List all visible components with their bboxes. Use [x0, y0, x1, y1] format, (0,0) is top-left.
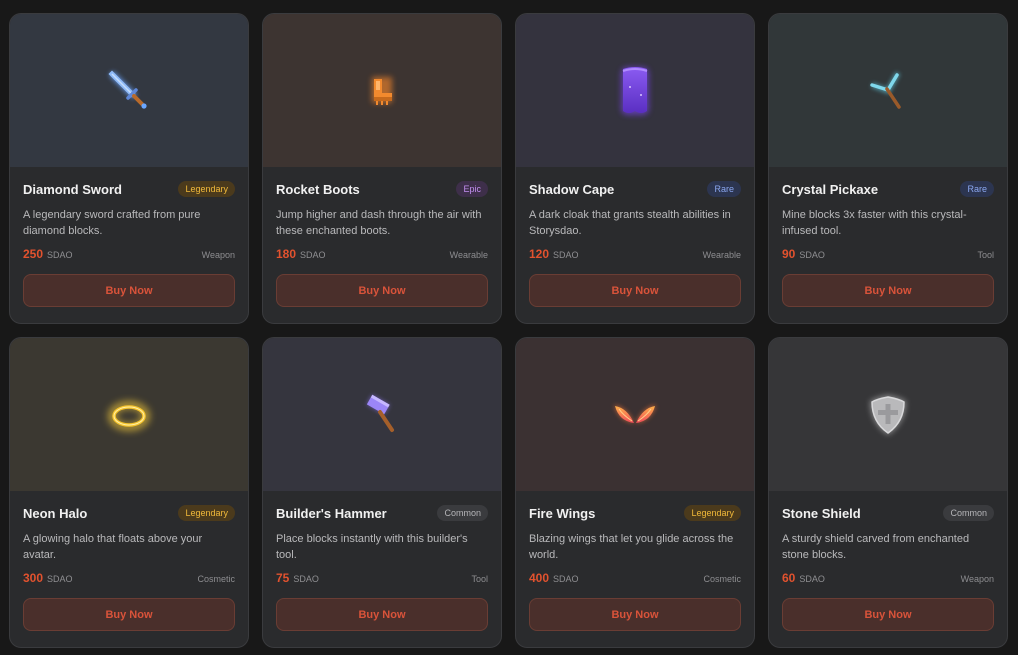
rarity-badge: Common [437, 505, 488, 521]
item-card-1: Rocket Boots Epic Jump higher and dash t… [262, 13, 502, 324]
item-description: A glowing halo that floats above your av… [23, 533, 203, 561]
rarity-badge: Epic [456, 181, 488, 197]
item-description: Blazing wings that let you glide across … [529, 533, 734, 561]
rarity-badge: Legendary [178, 181, 235, 197]
price-value: 250 [23, 247, 44, 261]
buy-now-button[interactable]: Buy Now [23, 598, 235, 631]
item-description: A legendary sword crafted from pure diam… [23, 209, 201, 237]
item-category: Cosmetic [703, 574, 741, 584]
item-title: Fire Wings [529, 505, 596, 521]
item-category: Tool [471, 574, 488, 584]
boots-icon [352, 61, 412, 121]
item-title: Stone Shield [782, 505, 861, 521]
price-value: 75 [276, 571, 290, 585]
shield-icon [858, 385, 918, 445]
currency-label: SDAO [553, 574, 579, 584]
price-value: 300 [23, 571, 44, 585]
item-card-5: Builder's Hammer Common Place blocks ins… [262, 337, 502, 648]
price-value: 120 [529, 247, 550, 261]
item-description: A dark cloak that grants stealth abiliti… [529, 209, 731, 237]
item-image [263, 338, 501, 491]
cape-icon [605, 61, 665, 121]
item-price: 120 SDAO [529, 245, 579, 263]
item-image [769, 338, 1007, 491]
halo-icon [99, 385, 159, 445]
buy-now-button[interactable]: Buy Now [529, 598, 741, 631]
item-price: 60 SDAO [782, 569, 825, 587]
item-title: Rocket Boots [276, 181, 360, 197]
item-category: Wearable [702, 250, 741, 260]
buy-now-button[interactable]: Buy Now [782, 274, 994, 307]
rarity-badge: Rare [960, 181, 994, 197]
pickaxe-icon [858, 61, 918, 121]
item-image [516, 14, 754, 167]
item-price: 75 SDAO [276, 569, 319, 587]
item-category: Cosmetic [197, 574, 235, 584]
item-image [516, 338, 754, 491]
item-category: Wearable [449, 250, 488, 260]
currency-label: SDAO [300, 250, 326, 260]
item-card-6: Fire Wings Legendary Blazing wings that … [515, 337, 755, 648]
currency-label: SDAO [47, 250, 73, 260]
buy-now-button[interactable]: Buy Now [529, 274, 741, 307]
item-card-2: Shadow Cape Rare A dark cloak that grant… [515, 13, 755, 324]
item-image [263, 14, 501, 167]
rarity-badge: Common [943, 505, 994, 521]
buy-now-button[interactable]: Buy Now [276, 274, 488, 307]
hammer-icon [352, 385, 412, 445]
currency-label: SDAO [553, 250, 579, 260]
item-grid: Diamond Sword Legendary A legendary swor… [9, 13, 1008, 648]
item-price: 400 SDAO [529, 569, 579, 587]
item-card-4: Neon Halo Legendary A glowing halo that … [9, 337, 249, 648]
item-title: Neon Halo [23, 505, 88, 521]
item-title: Diamond Sword [23, 181, 122, 197]
item-card-0: Diamond Sword Legendary A legendary swor… [9, 13, 249, 324]
currency-label: SDAO [293, 574, 319, 584]
buy-now-button[interactable]: Buy Now [23, 274, 235, 307]
rarity-badge: Rare [707, 181, 741, 197]
currency-label: SDAO [799, 574, 825, 584]
buy-now-button[interactable]: Buy Now [276, 598, 488, 631]
item-price: 90 SDAO [782, 245, 825, 263]
item-title: Builder's Hammer [276, 505, 387, 521]
item-price: 250 SDAO [23, 245, 73, 263]
item-category: Weapon [960, 574, 994, 584]
sword-icon [99, 61, 159, 121]
item-title: Shadow Cape [529, 181, 615, 197]
price-value: 90 [782, 247, 796, 261]
item-title: Crystal Pickaxe [782, 181, 879, 197]
rarity-badge: Legendary [684, 505, 741, 521]
buy-now-button[interactable]: Buy Now [782, 598, 994, 631]
item-card-3: Crystal Pickaxe Rare Mine blocks 3x fast… [768, 13, 1008, 324]
currency-label: SDAO [47, 574, 73, 584]
item-category: Weapon [201, 250, 235, 260]
price-value: 400 [529, 571, 550, 585]
item-description: A sturdy shield carved from enchanted st… [782, 533, 970, 561]
item-price: 300 SDAO [23, 569, 73, 587]
item-image [769, 14, 1007, 167]
item-category: Tool [977, 250, 994, 260]
item-description: Place blocks instantly with this builder… [276, 533, 468, 561]
wings-icon [605, 385, 665, 445]
price-value: 60 [782, 571, 796, 585]
item-description: Mine blocks 3x faster with this crystal-… [782, 209, 967, 237]
item-card-7: Stone Shield Common A sturdy shield carv… [768, 337, 1008, 648]
item-image [10, 338, 248, 491]
item-description: Jump higher and dash through the air wit… [276, 209, 482, 237]
rarity-badge: Legendary [178, 505, 235, 521]
item-image [10, 14, 248, 167]
item-price: 180 SDAO [276, 245, 326, 263]
price-value: 180 [276, 247, 297, 261]
currency-label: SDAO [799, 250, 825, 260]
